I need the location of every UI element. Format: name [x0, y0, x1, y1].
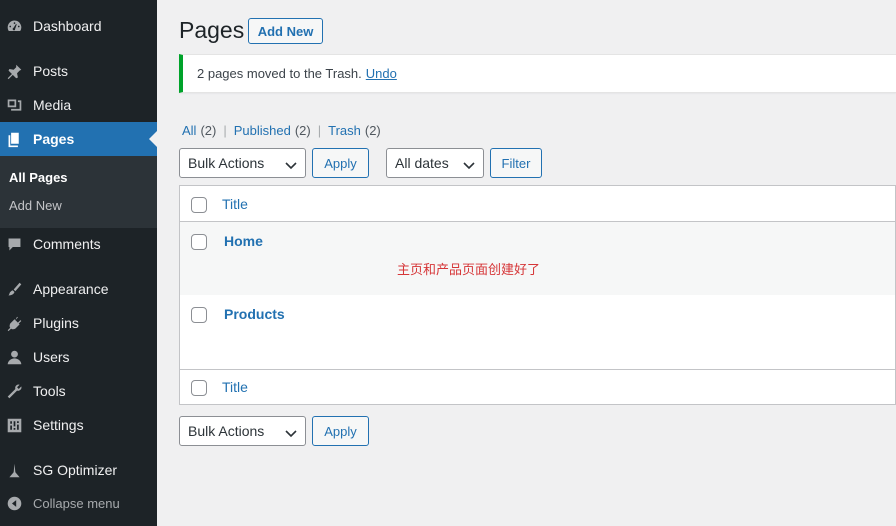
admin-sidebar: Dashboard Posts Media Pages All Pages Ad…	[0, 0, 157, 526]
title-column-header[interactable]: Title	[222, 196, 248, 212]
select-all-checkbox[interactable]	[191, 197, 207, 213]
menu-item-sg-optimizer[interactable]: SG Optimizer	[0, 453, 157, 487]
apply-button-bottom[interactable]: Apply	[312, 416, 369, 446]
sg-optimizer-icon	[6, 462, 23, 479]
user-icon	[6, 349, 23, 366]
table-header: Title	[180, 186, 895, 222]
table-footer: Title	[180, 369, 895, 404]
main-content: Pages Add New 2 pages moved to the Trash…	[157, 0, 896, 526]
view-separator: |	[223, 123, 227, 138]
filter-button[interactable]: Filter	[490, 148, 542, 178]
row-checkbox[interactable]	[191, 234, 207, 250]
menu-item-media[interactable]: Media	[0, 88, 157, 122]
menu-label: Comments	[33, 236, 101, 252]
menu-item-comments[interactable]: Comments	[0, 227, 157, 261]
view-all-count: (2)	[200, 123, 217, 138]
bulk-actions-select-bottom[interactable]: Bulk Actions	[179, 416, 306, 446]
chevron-down-icon	[285, 426, 297, 438]
page-title: Pages	[179, 17, 245, 43]
chevron-down-icon	[285, 158, 297, 170]
menu-item-plugins[interactable]: Plugins	[0, 306, 157, 340]
view-filters: All (2) | Published (2) | Trash (2)	[182, 123, 381, 138]
bulk-actions-value: Bulk Actions	[188, 155, 265, 171]
bulk-actions-value: Bulk Actions	[188, 423, 265, 439]
menu-label: Media	[33, 97, 72, 113]
pages-submenu: All Pages Add New	[0, 156, 157, 228]
add-new-button[interactable]: Add New	[248, 18, 323, 44]
plugin-icon	[6, 315, 23, 332]
menu-label: Plugins	[33, 315, 79, 331]
menu-label: Appearance	[33, 281, 109, 297]
table-row: Products	[180, 295, 895, 368]
menu-item-settings[interactable]: Settings	[0, 408, 157, 442]
wrench-icon	[6, 383, 23, 400]
pages-table: Title Home Products Title 主页和产品页面创建好了	[179, 185, 896, 405]
menu-label: Users	[33, 349, 70, 365]
collapse-menu-button[interactable]: Collapse menu	[0, 486, 157, 520]
collapse-label: Collapse menu	[33, 495, 120, 511]
dates-value: All dates	[395, 155, 449, 171]
view-separator: |	[317, 123, 322, 138]
undo-link[interactable]: Undo	[366, 66, 397, 81]
view-published-link[interactable]: Published	[234, 123, 291, 138]
select-all-checkbox-footer[interactable]	[191, 380, 207, 396]
menu-item-dashboard[interactable]: Dashboard	[0, 9, 157, 43]
menu-label: Pages	[33, 131, 75, 147]
menu-item-pages[interactable]: Pages	[0, 122, 157, 156]
menu-item-posts[interactable]: Posts	[0, 54, 157, 88]
view-published-count: (2)	[294, 123, 311, 138]
menu-item-appearance[interactable]: Appearance	[0, 272, 157, 306]
bulk-actions-select-top[interactable]: Bulk Actions	[179, 148, 306, 178]
submenu-add-new[interactable]: Add New	[9, 198, 62, 213]
brush-icon	[6, 281, 23, 298]
comment-icon	[6, 236, 23, 253]
menu-item-tools[interactable]: Tools	[0, 374, 157, 408]
view-trash-count: (2)	[364, 123, 381, 138]
row-title-link[interactable]: Home	[224, 233, 263, 249]
view-trash-link[interactable]: Trash	[328, 123, 361, 138]
dashboard-icon	[6, 18, 23, 35]
dates-select[interactable]: All dates	[386, 148, 484, 178]
row-title-link[interactable]: Products	[224, 306, 285, 322]
view-all-link[interactable]: All	[182, 123, 196, 138]
collapse-icon	[6, 495, 23, 512]
trash-notice: 2 pages moved to the Trash. Undo	[179, 54, 896, 93]
row-checkbox[interactable]	[191, 307, 207, 323]
menu-item-users[interactable]: Users	[0, 340, 157, 374]
menu-label: Dashboard	[33, 18, 102, 34]
menu-label: Posts	[33, 63, 69, 79]
menu-label: Tools	[33, 383, 66, 399]
pin-icon	[6, 63, 23, 80]
notice-text: 2 pages moved to the Trash.	[197, 66, 362, 81]
annotation-text: 主页和产品页面创建好了	[397, 262, 541, 277]
menu-label: Settings	[33, 417, 84, 433]
chevron-down-icon	[463, 158, 475, 170]
settings-icon	[6, 417, 23, 434]
title-column-footer[interactable]: Title	[222, 379, 248, 395]
media-icon	[6, 97, 23, 114]
submenu-all-pages[interactable]: All Pages	[9, 170, 68, 185]
pages-icon	[6, 131, 23, 148]
menu-label: SG Optimizer	[33, 462, 118, 478]
apply-button-top[interactable]: Apply	[312, 148, 369, 178]
